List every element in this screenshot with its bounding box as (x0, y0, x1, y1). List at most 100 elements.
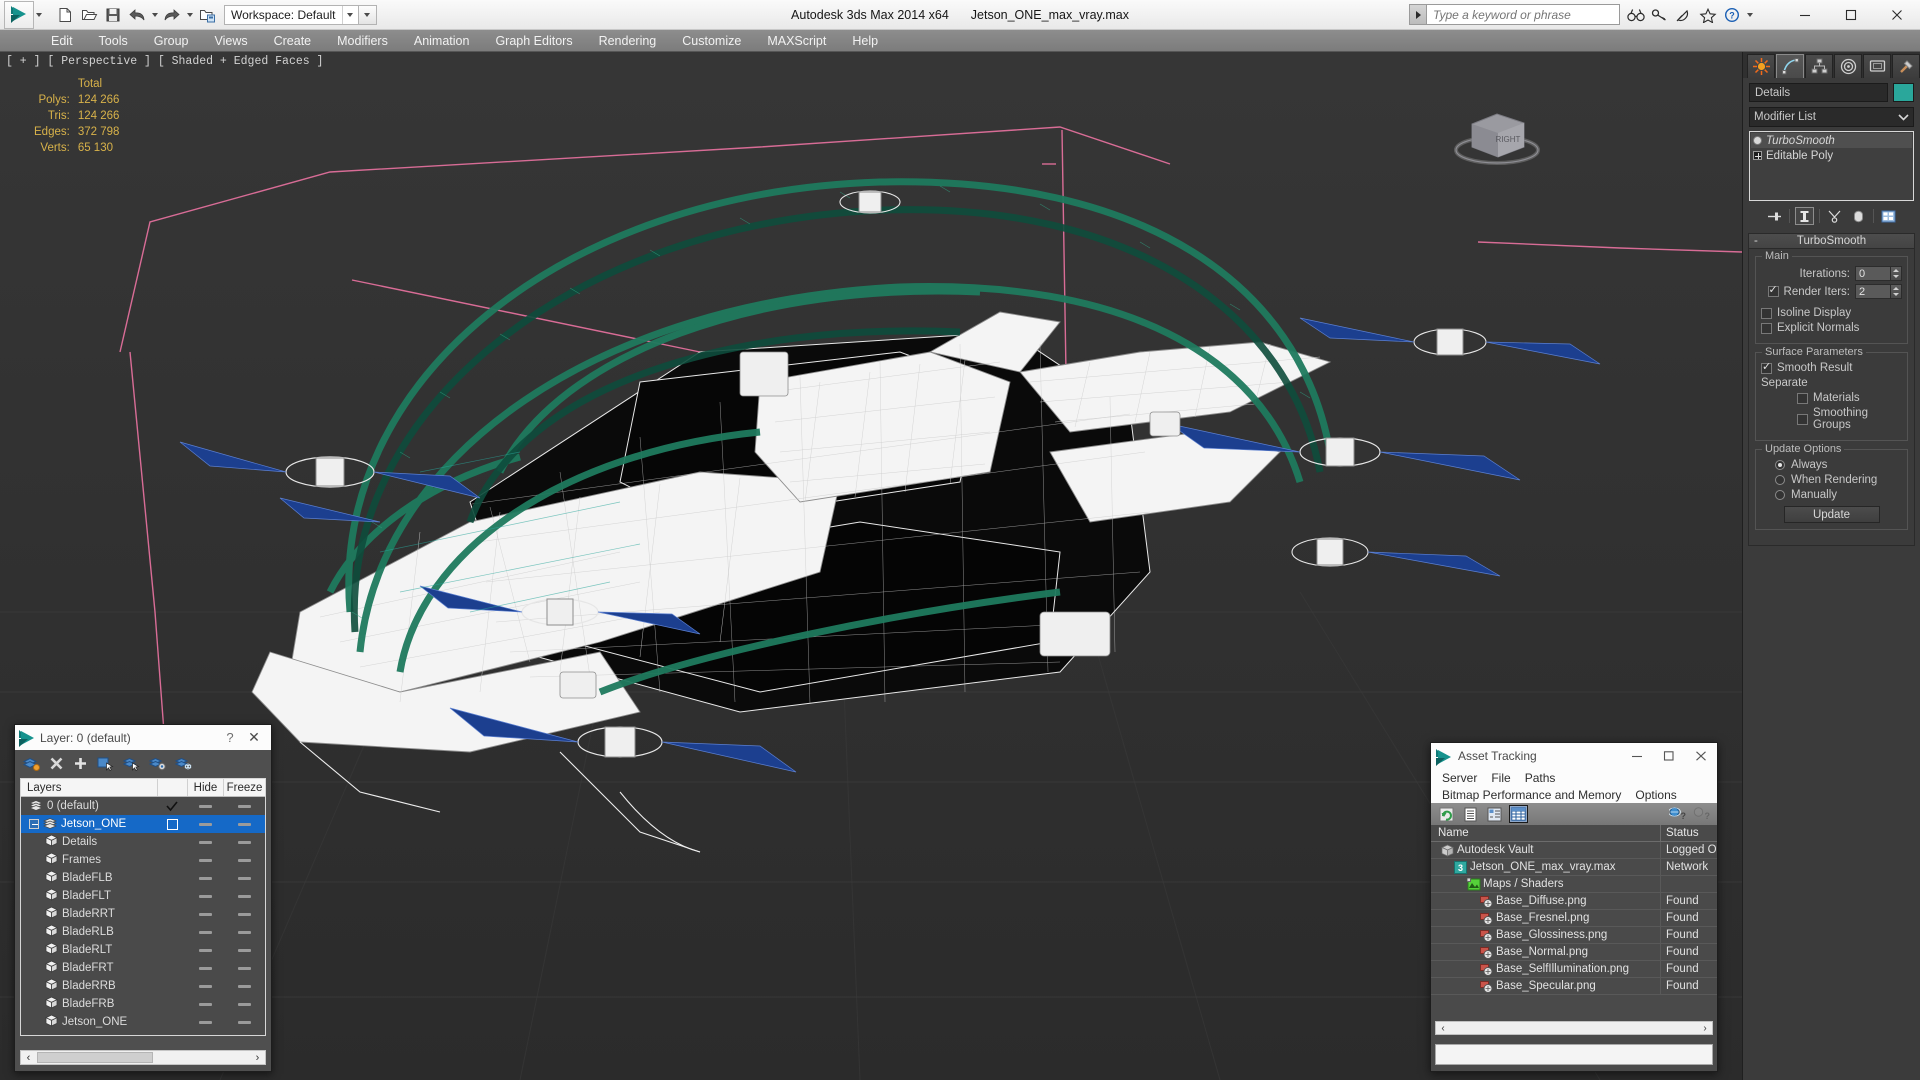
modifier-stack-item-editable-poly[interactable]: Editable Poly (1751, 148, 1912, 163)
field-materials[interactable]: Materials (1761, 392, 1902, 404)
close-button[interactable] (1874, 0, 1920, 30)
menu-item-modifiers[interactable]: Modifiers (324, 30, 401, 52)
make-unique-icon[interactable] (1825, 207, 1844, 225)
undo-dropdown-icon[interactable] (150, 4, 159, 26)
layer-row[interactable]: BladeRRB (21, 977, 265, 995)
add-selected-objects-icon[interactable] (73, 756, 88, 771)
asset-window-titlebar[interactable]: Asset Tracking (1431, 743, 1717, 769)
layer-hide-cell[interactable] (187, 1020, 223, 1024)
help-icon[interactable]: ? (1721, 4, 1743, 26)
column-hide[interactable]: Hide (187, 779, 223, 796)
favorites-star-icon[interactable] (1697, 4, 1719, 26)
display-tab[interactable] (1863, 54, 1891, 78)
grid-view-icon[interactable] (1509, 805, 1528, 823)
asset-row[interactable]: Maps / Shaders (1431, 875, 1717, 893)
freeze-unfreeze-layer-icon[interactable] (175, 756, 192, 771)
render-iters-value[interactable]: 2 (1855, 284, 1891, 299)
menu-item-rendering[interactable]: Rendering (586, 30, 670, 52)
layer-row[interactable]: Details (21, 833, 265, 851)
scroll-left-icon[interactable]: ‹ (21, 1052, 36, 1064)
workspace-selector[interactable]: Workspace: Default (224, 4, 359, 25)
layer-hide-cell[interactable] (187, 912, 223, 916)
asset-row[interactable]: 3 Jetson_ONE_max_vray.max Network (1431, 858, 1717, 876)
when-rendering-radio[interactable] (1775, 475, 1785, 485)
always-radio[interactable] (1775, 460, 1785, 470)
asset-menu-options[interactable]: Options (1628, 788, 1683, 802)
asset-menu-file[interactable]: File (1484, 771, 1517, 785)
asset-column-name[interactable]: Name (1431, 825, 1661, 841)
layer-hide-cell[interactable] (187, 804, 223, 808)
column-layers[interactable]: Layers (21, 779, 157, 796)
asset-row[interactable]: Base_Specular.png Found (1431, 977, 1717, 995)
refresh-assets-icon[interactable] (1437, 805, 1456, 823)
layer-freeze-cell[interactable] (223, 966, 265, 970)
highlight-selected-objects-layer-icon[interactable] (123, 756, 140, 771)
help-globe-icon[interactable]: ? (1668, 805, 1687, 823)
asset-status-field[interactable] (1435, 1044, 1713, 1065)
redo-icon[interactable] (161, 4, 183, 26)
remove-modifier-icon[interactable] (1849, 207, 1868, 225)
layer-freeze-cell[interactable] (223, 948, 265, 952)
layer-row[interactable]: BladeFLB (21, 869, 265, 887)
asset-scroll-left-icon[interactable]: ‹ (1436, 1023, 1450, 1034)
render-iters-checkbox[interactable] (1767, 283, 1779, 297)
object-color-swatch[interactable] (1893, 83, 1914, 102)
smooth-result-checkbox[interactable] (1761, 360, 1772, 374)
layer-hide-cell[interactable] (187, 966, 223, 970)
application-menu-dropdown-icon[interactable] (36, 12, 42, 17)
layer-hide-cell[interactable] (187, 822, 223, 826)
list-view-icon[interactable] (1461, 805, 1480, 823)
motion-tab[interactable] (1834, 54, 1862, 78)
search-binoculars-icon[interactable] (1625, 4, 1647, 26)
modifier-list-dropdown[interactable]: Modifier List (1749, 107, 1914, 127)
layer-row[interactable]: BladeRLB (21, 923, 265, 941)
radio-when-rendering[interactable]: When Rendering (1761, 474, 1902, 486)
menu-item-graph-editors[interactable]: Graph Editors (482, 30, 585, 52)
layer-row[interactable]: Jetson_ONE (21, 1013, 265, 1031)
modify-tab[interactable] (1776, 54, 1804, 78)
iterations-spinner[interactable]: 0 (1855, 266, 1902, 281)
expand-subobject-icon[interactable] (1753, 151, 1762, 160)
rollout-header[interactable]: - TurboSmooth (1748, 233, 1915, 249)
menu-item-tools[interactable]: Tools (86, 30, 141, 52)
menu-item-animation[interactable]: Animation (401, 30, 483, 52)
layer-freeze-cell[interactable] (223, 840, 265, 844)
select-objects-in-layer-icon[interactable] (97, 756, 114, 771)
menu-item-edit[interactable]: Edit (38, 30, 86, 52)
asset-tracking-window[interactable]: Asset Tracking Server File Paths Bitmap … (1430, 742, 1718, 1072)
asset-horizontal-scrollbar[interactable]: ‹ › (1435, 1021, 1713, 1035)
rollout-collapse-glyph[interactable]: - (1754, 235, 1758, 247)
asset-row[interactable]: Base_Normal.png Found (1431, 943, 1717, 961)
layer-close-button[interactable]: ✕ (241, 729, 267, 746)
layer-row[interactable]: Jetson_ONE (21, 815, 265, 833)
layer-hide-cell[interactable] (187, 876, 223, 880)
field-isoline-display[interactable]: Isoline Display (1761, 307, 1902, 319)
layer-row[interactable]: BladeRRT (21, 905, 265, 923)
create-new-layer-icon[interactable] (23, 756, 40, 771)
layer-hide-cell[interactable] (187, 858, 223, 862)
satellite-dish-icon[interactable] (1673, 4, 1695, 26)
layer-freeze-cell[interactable] (223, 984, 265, 988)
save-file-icon[interactable] (102, 4, 124, 26)
utilities-tab[interactable] (1892, 54, 1920, 78)
layer-hide-cell[interactable] (187, 840, 223, 844)
layer-freeze-cell[interactable] (223, 858, 265, 862)
menu-item-views[interactable]: Views (201, 30, 260, 52)
set-project-folder-icon[interactable] (196, 4, 218, 26)
layer-hide-cell[interactable] (187, 1002, 223, 1006)
object-name-field[interactable]: Details (1749, 83, 1888, 102)
tree-view-icon[interactable] (1485, 805, 1504, 823)
application-menu-button[interactable] (4, 0, 34, 29)
layer-freeze-cell[interactable] (223, 822, 265, 826)
layer-freeze-cell[interactable] (223, 894, 265, 898)
modifier-stack-item-turbosmooth[interactable]: TurboSmooth (1751, 133, 1912, 148)
layer-freeze-cell[interactable] (223, 1020, 265, 1024)
undo-icon[interactable] (126, 4, 148, 26)
asset-row[interactable]: Base_Glossiness.png Found (1431, 926, 1717, 944)
iterations-spin-buttons[interactable] (1891, 266, 1902, 281)
layer-freeze-cell[interactable] (223, 1002, 265, 1006)
update-button[interactable]: Update (1783, 506, 1880, 523)
asset-list[interactable]: Name Status Autodesk Vault Logged O 3 Jetso… (1431, 825, 1717, 995)
layer-row[interactable]: 0 (default) (21, 797, 265, 815)
layer-row[interactable]: BladeFLT (21, 887, 265, 905)
